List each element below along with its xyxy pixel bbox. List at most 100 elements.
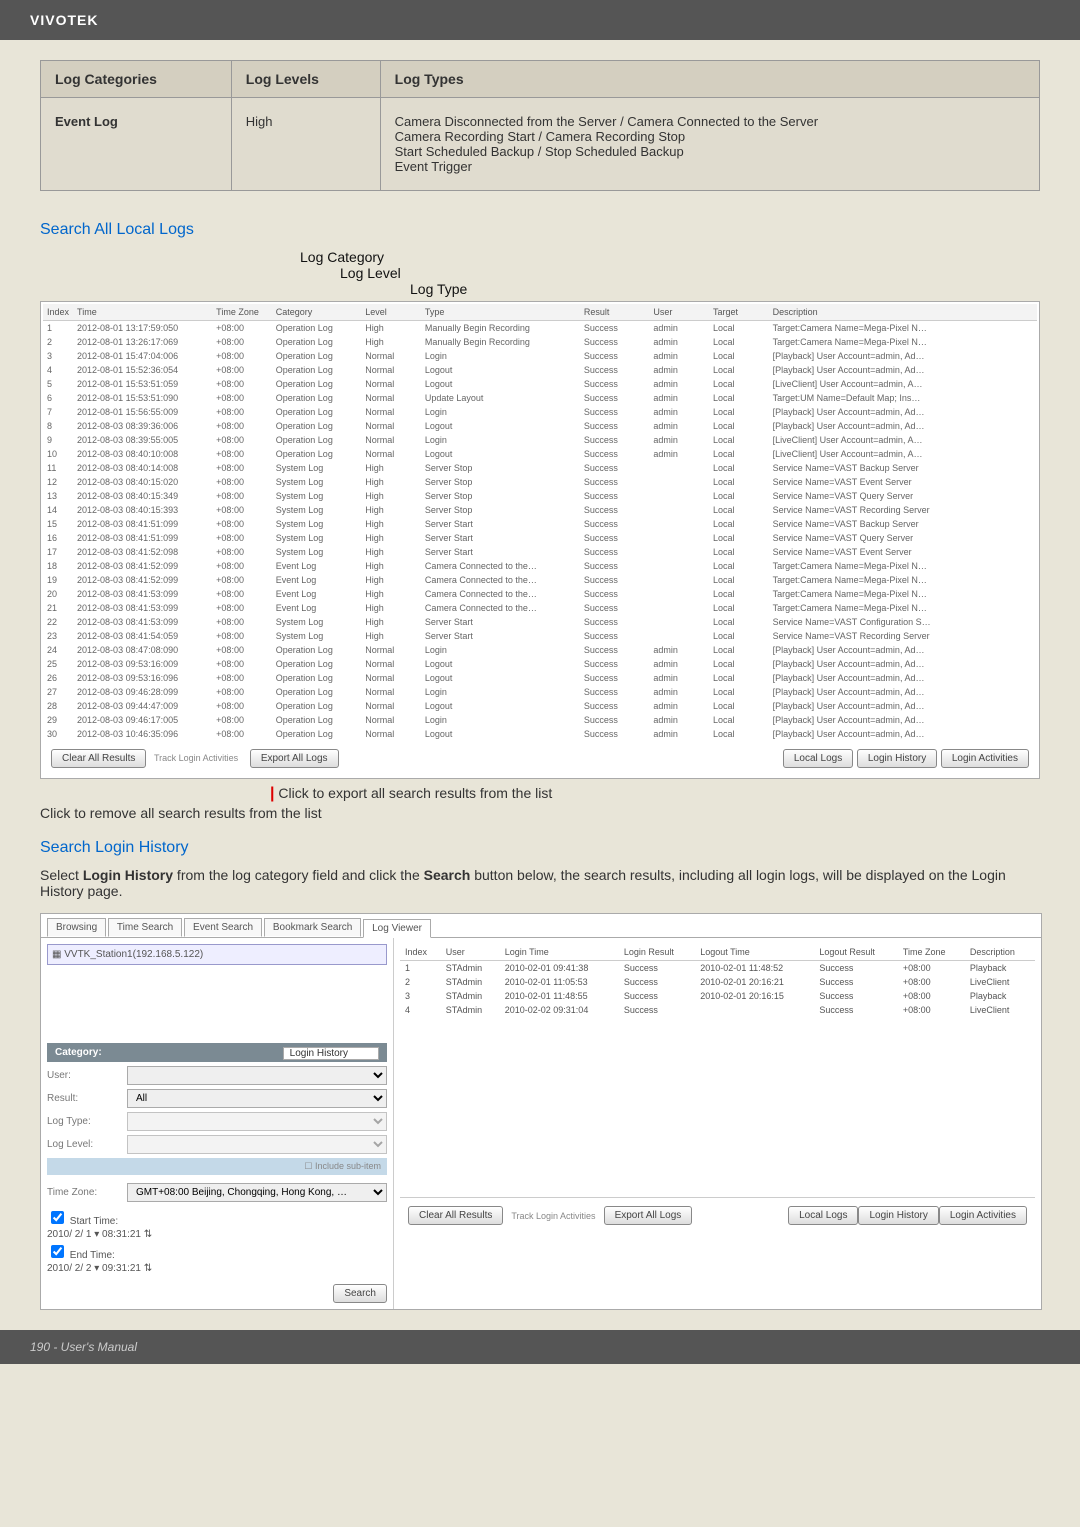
table-row[interactable]: 4STAdmin2010-02-02 09:31:04SuccessSucces… [400,1003,1035,1017]
login-th: Index [400,944,441,961]
table-row[interactable]: 152012-08-03 08:41:51:099+08:00System Lo… [43,517,1037,531]
login-th: Logout Time [695,944,814,961]
track-login-activities-text: Track Login Activities [154,753,238,763]
tab-time-search[interactable]: Time Search [108,918,182,937]
station-row[interactable]: ▦ VVTK_Station1(192.168.5.122) [47,944,387,965]
start-time-value[interactable]: 2010/ 2/ 1 ▾ 08:31:21 ⇅ [47,1229,387,1240]
page-number: 190 - User's Manual [30,1340,137,1354]
login-th: Logout Result [814,944,897,961]
table-row[interactable]: 12012-08-01 13:17:59:050+08:00Operation … [43,321,1037,336]
export-all-logs-button-2[interactable]: Export All Logs [604,1206,693,1225]
right-panel: IndexUserLogin TimeLogin ResultLogout Ti… [394,938,1041,1309]
table-row[interactable]: 272012-08-03 09:46:28:099+08:00Operation… [43,685,1037,699]
table-row[interactable]: 102012-08-03 08:40:10:008+08:00Operation… [43,447,1037,461]
include-sub-item[interactable]: ☐ Include sub-item [47,1158,387,1175]
log-th: Level [361,304,421,321]
td-category: Event Log [41,98,232,191]
tab-browsing[interactable]: Browsing [47,918,106,937]
table-row[interactable]: 172012-08-03 08:41:52:098+08:00System Lo… [43,545,1037,559]
table-row[interactable]: 212012-08-03 08:41:53:099+08:00Event Log… [43,601,1037,615]
log-th: Time Zone [212,304,272,321]
clear-all-results-button-2[interactable]: Clear All Results [408,1206,503,1225]
login-th: Login Time [500,944,619,961]
table-row[interactable]: 182012-08-03 08:41:52:099+08:00Event Log… [43,559,1037,573]
login-history-screenshot: Browsing Time Search Event Search Bookma… [40,913,1042,1310]
footer: 190 - User's Manual [0,1330,1080,1364]
login-history-button[interactable]: Login History [857,749,937,768]
label-log-type: Log Type [410,281,467,297]
start-time-checkbox[interactable] [51,1211,64,1224]
logtype-select[interactable] [127,1112,387,1131]
table-row[interactable]: 92012-08-03 08:39:55:005+08:00Operation … [43,433,1037,447]
table-row[interactable]: 122012-08-03 08:40:15:020+08:00System Lo… [43,475,1037,489]
td-level: High [231,98,380,191]
table-row[interactable]: 252012-08-03 09:53:16:009+08:00Operation… [43,657,1037,671]
tab-event-search[interactable]: Event Search [184,918,262,937]
user-select[interactable] [127,1066,387,1085]
log-categories-table: Log Categories Log Levels Log Types Even… [40,60,1040,191]
log-th: Index [43,304,73,321]
loglevel-select[interactable] [127,1135,387,1154]
table-row[interactable]: 232012-08-03 08:41:54:059+08:00System Lo… [43,629,1037,643]
timezone-select[interactable]: GMT+08:00 Beijing, Chongqing, Hong Kong,… [127,1183,387,1202]
station-icon: ▦ [52,949,61,960]
brand-header: VIVOTEK [0,0,1080,40]
bottom-buttons-row: Clear All Results Track Login Activities… [400,1197,1035,1233]
table-row[interactable]: 72012-08-01 15:56:55:009+08:00Operation … [43,405,1037,419]
tab-bookmark-search[interactable]: Bookmark Search [264,918,361,937]
login-activities-button-2[interactable]: Login Activities [939,1206,1027,1225]
table-row[interactable]: 292012-08-03 09:46:17:005+08:00Operation… [43,713,1037,727]
table-row[interactable]: 302012-08-03 10:46:35:096+08:00Operation… [43,727,1037,741]
log-results-table: IndexTimeTime ZoneCategoryLevelTypeResul… [43,304,1037,741]
end-time-value[interactable]: 2010/ 2/ 2 ▾ 09:31:21 ⇅ [47,1263,387,1274]
clear-all-results-button[interactable]: Clear All Results [51,749,146,768]
table-row[interactable]: 42012-08-01 15:52:36:054+08:00Operation … [43,363,1037,377]
table-row[interactable]: 222012-08-03 08:41:53:099+08:00System Lo… [43,615,1037,629]
timezone-label: Time Zone: [47,1187,127,1198]
export-note-text: Click to export all search results from … [278,785,552,801]
table-row[interactable]: 32012-08-01 15:47:04:006+08:00Operation … [43,349,1037,363]
label-log-level: Log Level [340,265,401,281]
callout-marker-icon: | [270,785,274,802]
remove-note: Click to remove all search results from … [40,805,1040,821]
table-row[interactable]: 142012-08-03 08:40:15:393+08:00System Lo… [43,503,1037,517]
table-row[interactable]: 112012-08-03 08:40:14:008+08:00System Lo… [43,461,1037,475]
local-logs-button[interactable]: Local Logs [783,749,853,768]
table-row[interactable]: 132012-08-03 08:40:15:349+08:00System Lo… [43,489,1037,503]
table-row[interactable]: 62012-08-01 15:53:51:090+08:00Operation … [43,391,1037,405]
table-row[interactable]: 2STAdmin2010-02-01 11:05:53Success2010-0… [400,975,1035,989]
export-note: | Click to export all search results fro… [270,785,1040,803]
table-row[interactable]: 262012-08-03 09:53:16:096+08:00Operation… [43,671,1037,685]
loglevel-label: Log Level: [47,1139,127,1150]
table-row[interactable]: 282012-08-03 09:44:47:009+08:00Operation… [43,699,1037,713]
search-button[interactable]: Search [333,1284,387,1303]
table-row[interactable]: 22012-08-01 13:26:17:069+08:00Operation … [43,335,1037,349]
login-activities-button[interactable]: Login Activities [941,749,1029,768]
station-name: VVTK_Station1(192.168.5.122) [64,949,203,960]
category-select[interactable]: Login History [283,1047,379,1060]
login-history-table: IndexUserLogin TimeLogin ResultLogout Ti… [400,944,1035,1017]
log-th: Target [709,304,769,321]
result-select[interactable]: All [127,1089,387,1108]
log-buttons-row: Clear All Results Track Login Activities… [43,741,1037,776]
login-history-body-text: Select Login History from the log catego… [40,867,1040,899]
table-row[interactable]: 202012-08-03 08:41:53:099+08:00Event Log… [43,587,1037,601]
end-time-checkbox[interactable] [51,1245,64,1258]
login-th: Login Result [619,944,695,961]
login-th: Time Zone [898,944,965,961]
table-row[interactable]: 82012-08-03 08:39:36:006+08:00Operation … [43,419,1037,433]
start-time-label: Start Time: [70,1216,118,1227]
table-row[interactable]: 192012-08-03 08:41:52:099+08:00Event Log… [43,573,1037,587]
tab-log-viewer[interactable]: Log Viewer [363,919,431,938]
login-history-button-2[interactable]: Login History [858,1206,938,1225]
table-row[interactable]: 52012-08-01 15:53:51:059+08:00Operation … [43,377,1037,391]
category-section-label: Category: Login History [47,1043,387,1062]
table-row[interactable]: 3STAdmin2010-02-01 11:48:55Success2010-0… [400,989,1035,1003]
th-log-levels: Log Levels [231,61,380,98]
export-all-logs-button[interactable]: Export All Logs [250,749,339,768]
table-row[interactable]: 1STAdmin2010-02-01 09:41:38Success2010-0… [400,961,1035,976]
table-row[interactable]: 242012-08-03 08:47:08:090+08:00Operation… [43,643,1037,657]
local-logs-button-2[interactable]: Local Logs [788,1206,858,1225]
log-th: Category [272,304,361,321]
table-row[interactable]: 162012-08-03 08:41:51:099+08:00System Lo… [43,531,1037,545]
